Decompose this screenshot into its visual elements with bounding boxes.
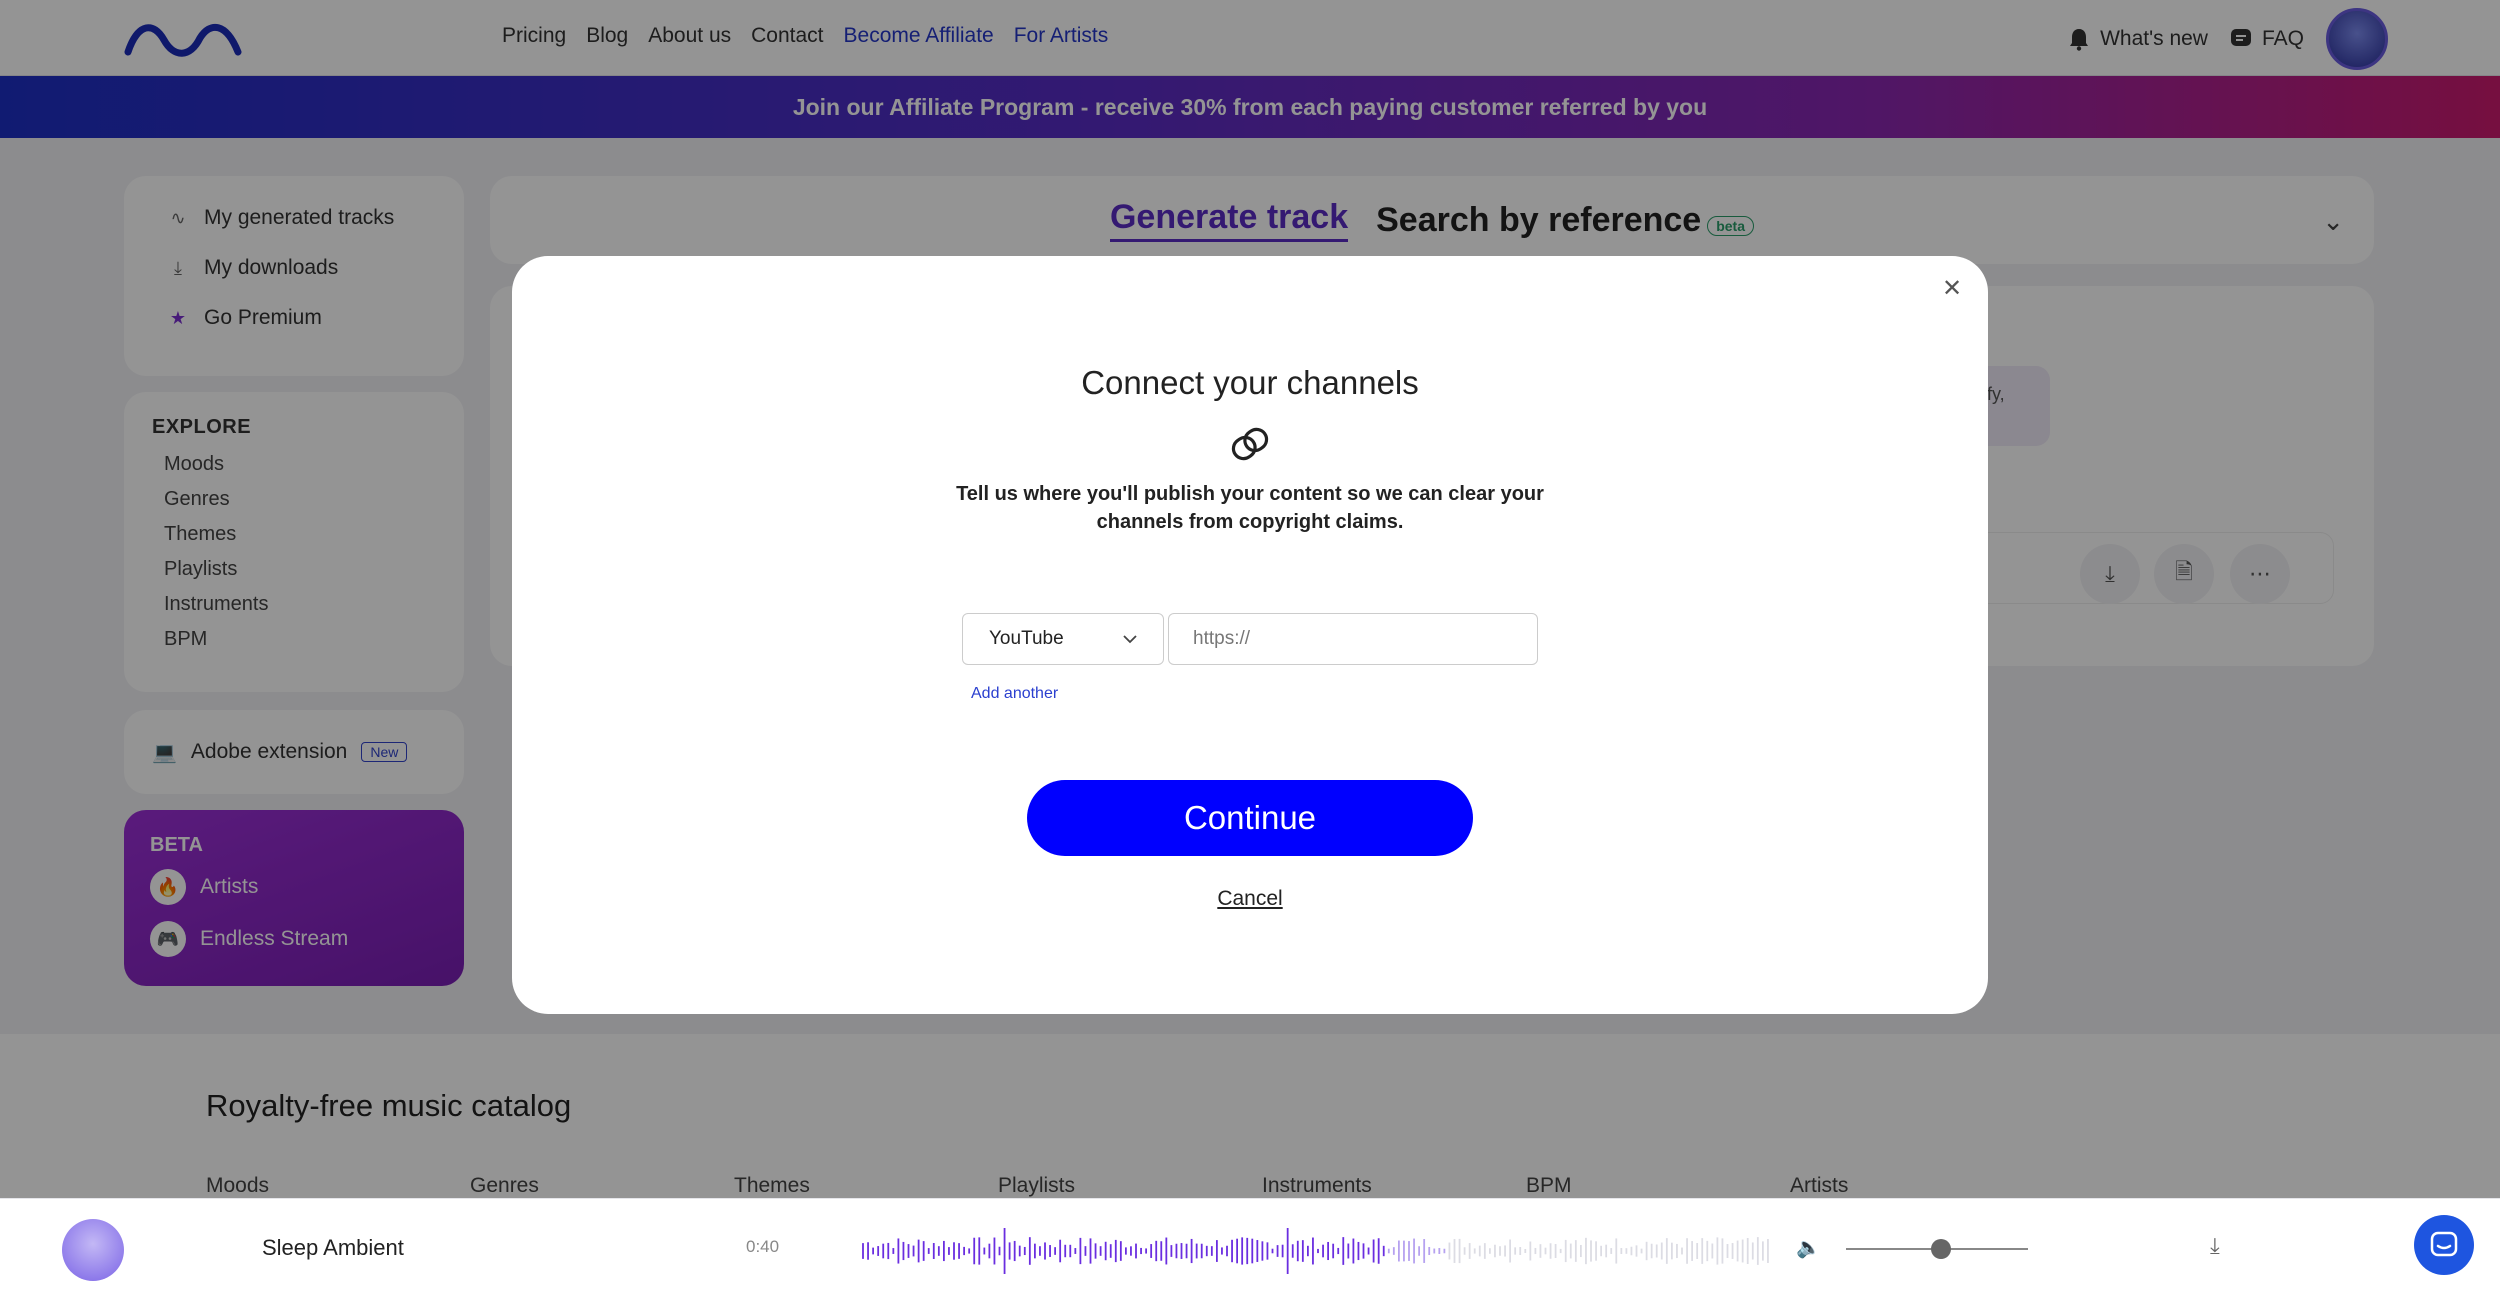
download-icon[interactable]: ⤓ [2210, 1233, 2220, 1259]
cancel-link[interactable]: Cancel [512, 887, 1988, 911]
support-chat-button[interactable] [2414, 1215, 2474, 1275]
continue-button[interactable]: Continue [1027, 780, 1473, 856]
audio-player: Sleep Ambient 0:40 🔈 ⤓ [0, 1198, 2500, 1298]
track-artwork[interactable] [62, 1219, 124, 1281]
platform-select[interactable]: YouTube [962, 613, 1164, 665]
modal-description: Tell us where you'll publish your conten… [956, 483, 1544, 533]
waveform-scrubber[interactable] [862, 1227, 1772, 1275]
player-track-title: Sleep Ambient [262, 1235, 404, 1260]
platform-select-value: YouTube [989, 628, 1064, 649]
channel-url-input[interactable] [1168, 613, 1538, 665]
speaker-icon[interactable]: 🔈 [1796, 1235, 1821, 1260]
connect-channels-modal: ✕ Connect your channels Tell us where yo… [512, 256, 1988, 1014]
modal-title: Connect your channels [1081, 364, 1419, 401]
chat-icon [2430, 1231, 2458, 1257]
volume-slider-handle[interactable] [1930, 1239, 1951, 1259]
player-time: 0:40 [746, 1237, 780, 1256]
link-icon [1231, 427, 1269, 461]
add-another-link[interactable]: Add another [971, 685, 1058, 703]
chevron-down-icon [1123, 635, 1137, 644]
close-icon[interactable]: ✕ [1934, 270, 1970, 306]
